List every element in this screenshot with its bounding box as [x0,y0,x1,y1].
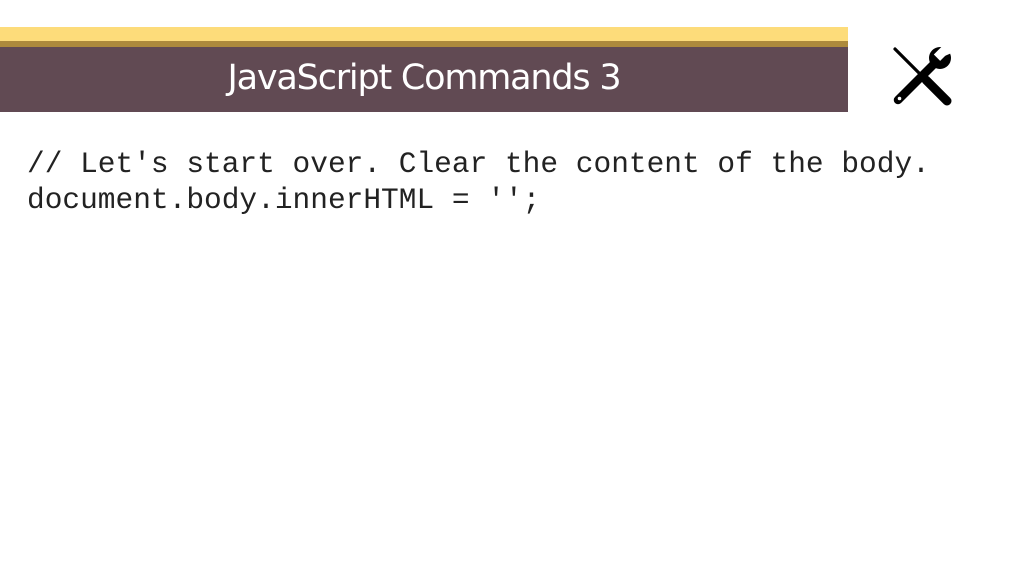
title-banner: JavaScript Commands 3 [0,47,848,112]
slide-title: JavaScript Commands 3 [227,58,622,98]
code-statement-line: document.body.innerHTML = ''; [27,183,541,217]
tools-icon [890,41,954,108]
code-block: // Let's start over. Clear the content o… [27,146,930,218]
slide: JavaScript Commands 3 // Let's start ove… [0,0,1024,576]
wrench-screwdriver-icon [893,41,954,106]
banner-accent-stripe [0,27,848,41]
code-comment-line: // Let's start over. Clear the content o… [27,147,930,181]
wrench-icon [893,41,954,105]
